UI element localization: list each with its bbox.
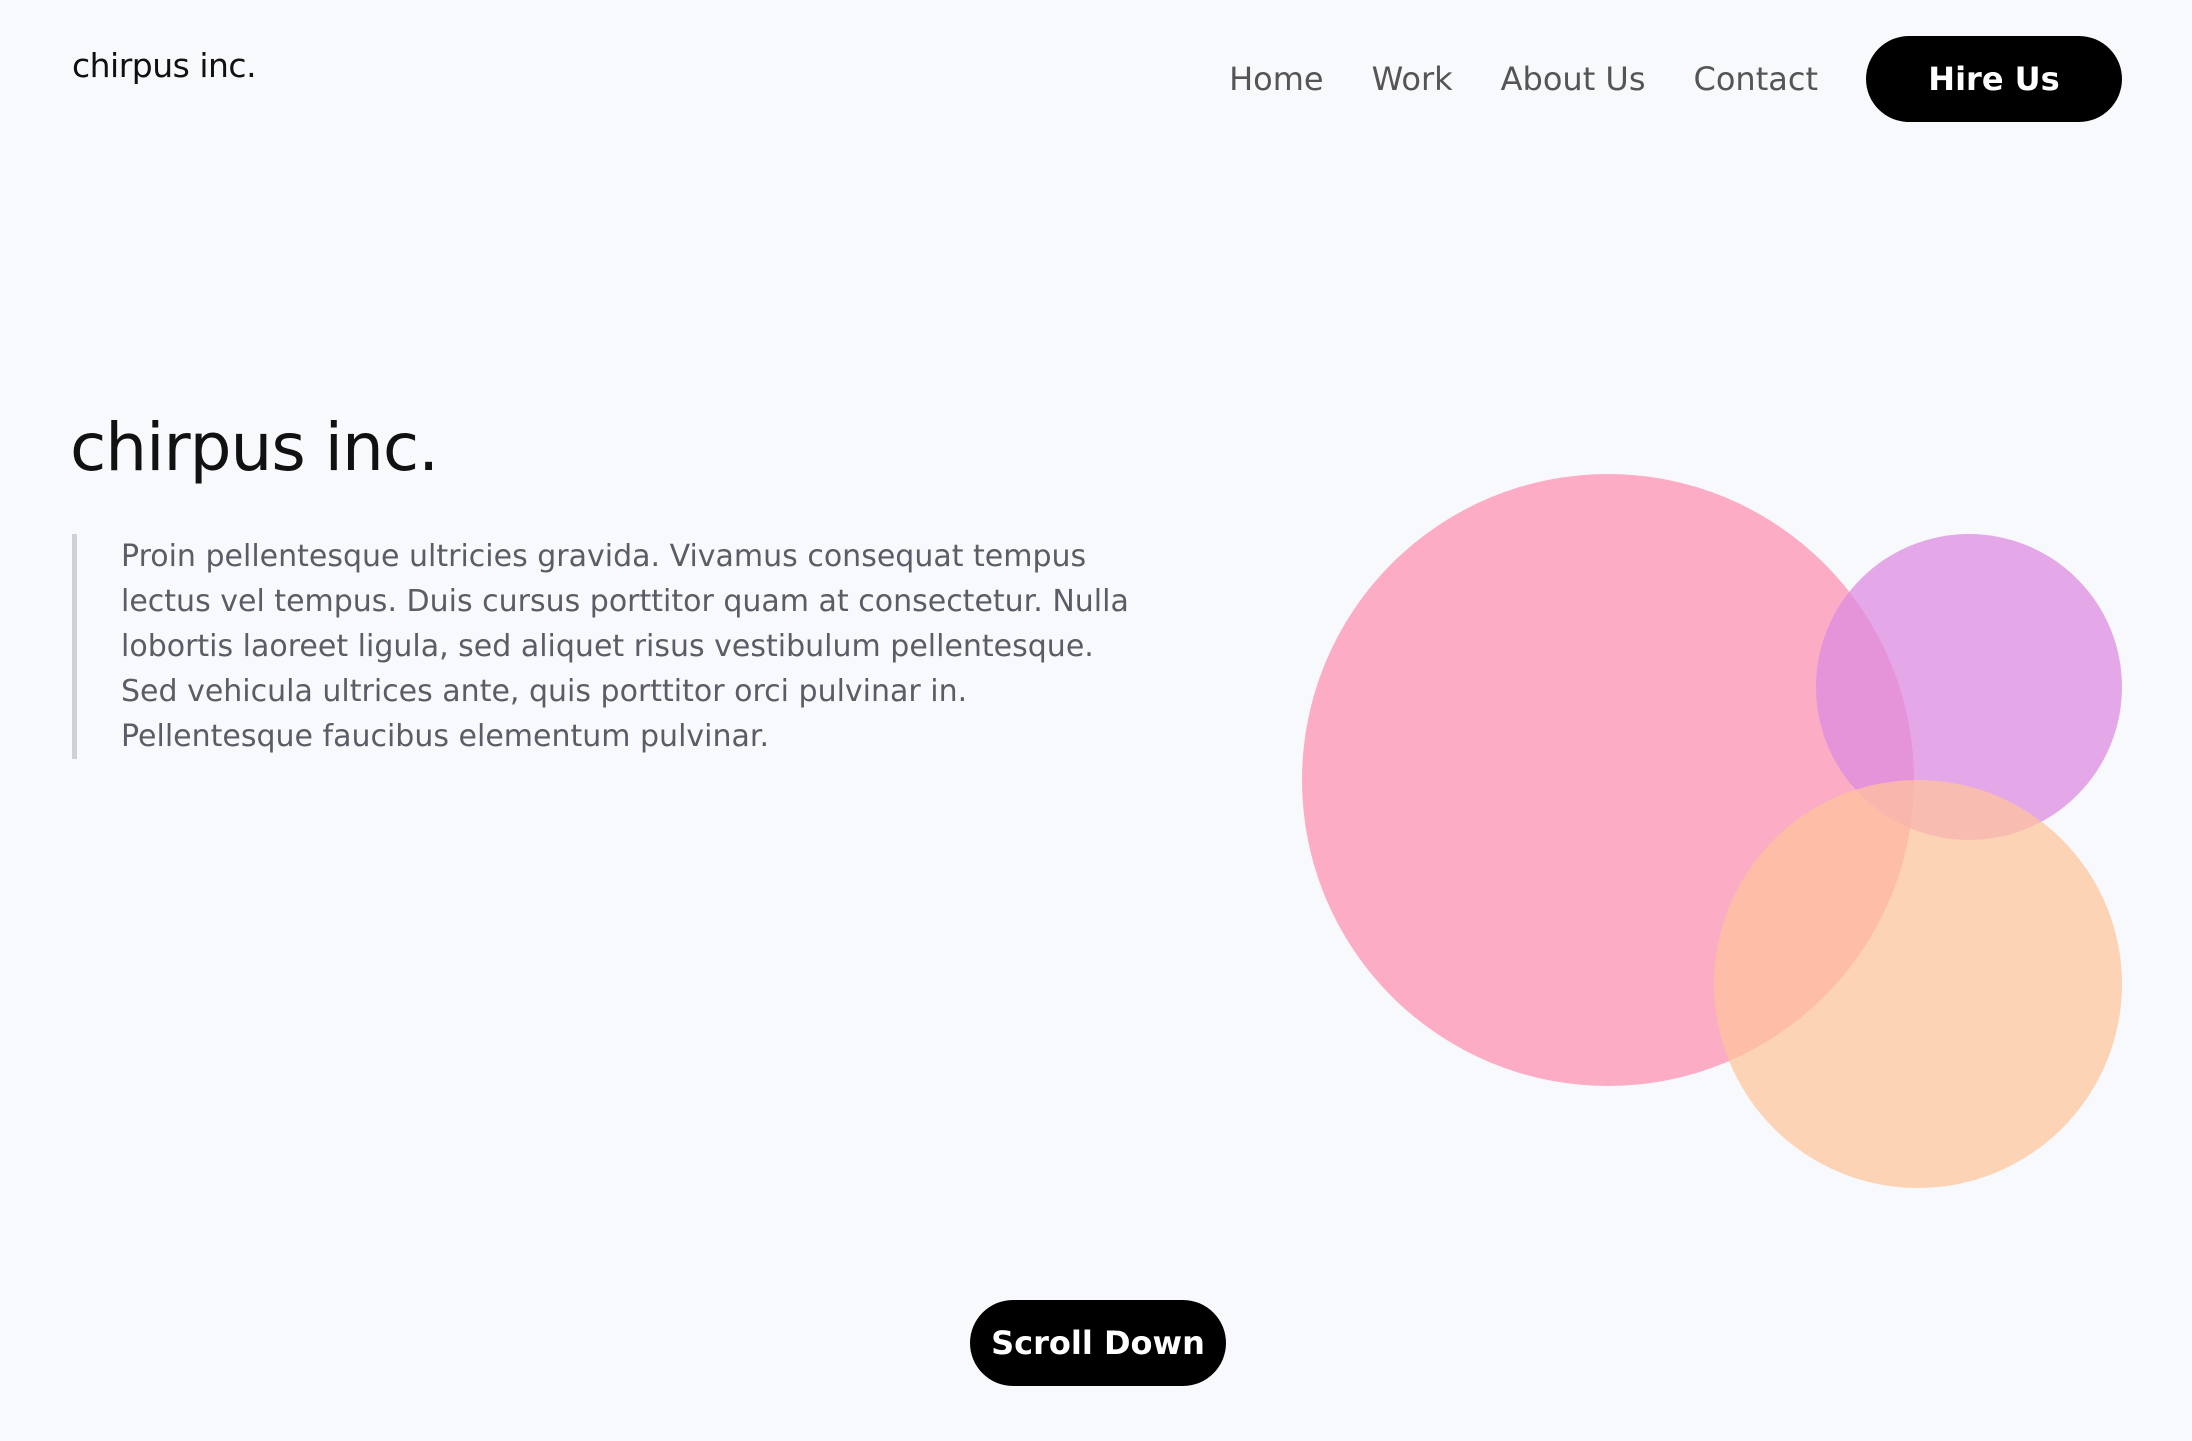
hero-title: chirpus inc. [70,409,439,486]
hero-quote: Proin pellentesque ultricies gravida. Vi… [72,534,1132,759]
site-header: chirpus inc. Home Work About Us Contact … [0,0,2192,160]
main-nav: Home Work About Us Contact Hire Us [1229,36,2122,122]
nav-link-contact[interactable]: Contact [1694,60,1819,98]
nav-link-home[interactable]: Home [1229,60,1324,98]
nav-link-about-us[interactable]: About Us [1501,60,1646,98]
scroll-down-button[interactable]: Scroll Down [970,1300,1226,1386]
site-logo[interactable]: chirpus inc. [72,46,257,85]
nav-link-work[interactable]: Work [1372,60,1453,98]
peach-circle-graphic [1714,780,2122,1188]
decorative-circles [1280,460,2140,1220]
hire-us-button[interactable]: Hire Us [1866,36,2122,122]
